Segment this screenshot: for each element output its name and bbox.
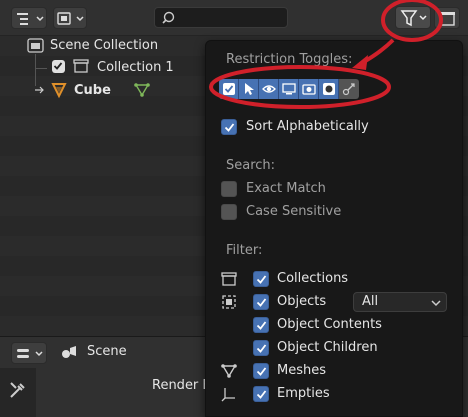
search-heading: Search:: [226, 158, 276, 173]
toggle-selectable[interactable]: [239, 79, 259, 99]
meshes-checkbox[interactable]: [253, 363, 269, 379]
collections-checkbox[interactable]: [253, 271, 269, 287]
new-collection-icon: [440, 12, 455, 26]
toggle-indirect-only[interactable]: [339, 79, 359, 99]
camera-icon: [302, 84, 316, 95]
object-children-checkbox[interactable]: [253, 340, 269, 356]
sort-alphabetically-checkbox[interactable]: [221, 119, 237, 135]
filter-heading: Filter:: [226, 243, 263, 258]
toggle-hide-in-viewport[interactable]: [259, 79, 279, 99]
display-mode-button[interactable]: [53, 7, 87, 29]
search-icon: [162, 11, 175, 24]
tree-line: [35, 54, 36, 86]
check-icon: [53, 62, 63, 70]
object-children-label[interactable]: Object Children: [277, 340, 378, 355]
objects-filter-value: All: [362, 294, 379, 309]
case-sensitive-label[interactable]: Case Sensitive: [246, 204, 341, 219]
tree-item-scene-collection[interactable]: Scene Collection: [50, 38, 158, 53]
empties-label[interactable]: Empties: [277, 386, 330, 401]
new-collection-button[interactable]: [434, 7, 460, 29]
toggle-holdout[interactable]: [319, 79, 339, 99]
toggle-disable-in-viewports[interactable]: [279, 79, 299, 99]
meshes-label[interactable]: Meshes: [277, 363, 326, 378]
mesh-data-icon[interactable]: [133, 81, 151, 99]
properties-editor-type-button[interactable]: [11, 342, 47, 364]
tree-item-cube[interactable]: Cube: [74, 83, 111, 98]
checkbox-icon: [223, 83, 235, 95]
tool-icon[interactable]: [6, 378, 30, 402]
object-filter-icon: [222, 295, 236, 309]
objects-checkbox[interactable]: [253, 294, 269, 310]
indirect-only-icon: [342, 83, 355, 96]
tree-item-collection-1[interactable]: Collection 1: [97, 60, 174, 75]
chevron-down-icon: [431, 300, 441, 307]
collection-1-checkbox[interactable]: [52, 60, 65, 73]
cursor-arrow-icon: [245, 83, 254, 95]
collection-filter-icon: [221, 272, 237, 286]
check-icon: [224, 123, 235, 132]
search-input[interactable]: [154, 7, 288, 28]
properties-tabs: [0, 368, 36, 417]
filter-popover: Restriction Toggles: Sort Alphabetically…: [205, 40, 463, 417]
scene-collection-icon: [27, 38, 44, 53]
properties-icon: [17, 349, 43, 358]
expand-arrow-icon[interactable]: [33, 84, 45, 96]
toggle-disable-in-renders[interactable]: [299, 79, 319, 99]
objects-label[interactable]: Objects: [277, 294, 326, 309]
check-icon: [256, 298, 267, 307]
exact-match-label[interactable]: Exact Match: [246, 181, 326, 196]
collections-label[interactable]: Collections: [277, 271, 348, 286]
check-icon: [256, 367, 267, 376]
eye-icon: [262, 85, 276, 93]
outliner-header: [0, 0, 468, 36]
exact-match-checkbox[interactable]: [221, 181, 237, 197]
object-contents-label[interactable]: Object Contents: [277, 317, 382, 332]
view-layer-icon: [57, 12, 84, 25]
scene-icon: [62, 346, 76, 358]
check-icon: [256, 344, 267, 353]
restriction-toggles-heading: Restriction Toggles:: [226, 52, 353, 67]
empties-checkbox[interactable]: [253, 386, 269, 402]
restriction-toggles: [219, 79, 379, 99]
sort-alphabetically-label[interactable]: Sort Alphabetically: [246, 119, 369, 134]
case-sensitive-checkbox[interactable]: [221, 204, 237, 220]
mesh-filter-icon: [221, 364, 237, 378]
tree-line: [35, 68, 47, 69]
monitor-icon: [282, 83, 296, 95]
holdout-icon: [323, 83, 335, 95]
scene-label[interactable]: Scene: [87, 344, 127, 359]
filter-button[interactable]: [395, 6, 431, 29]
outliner-icon: [17, 13, 44, 25]
objects-filter-select[interactable]: All: [353, 292, 447, 312]
mesh-object-icon: [51, 83, 67, 99]
collection-icon: [73, 59, 89, 73]
check-icon: [256, 321, 267, 330]
object-contents-checkbox[interactable]: [253, 317, 269, 333]
editor-type-button[interactable]: [11, 7, 47, 29]
empty-filter-icon: [221, 388, 235, 402]
toggle-enable-checkbox[interactable]: [219, 79, 239, 99]
check-icon: [256, 275, 267, 284]
check-icon: [256, 390, 267, 399]
render-engine-label: Render E: [152, 378, 211, 393]
filter-icon: [400, 10, 427, 27]
